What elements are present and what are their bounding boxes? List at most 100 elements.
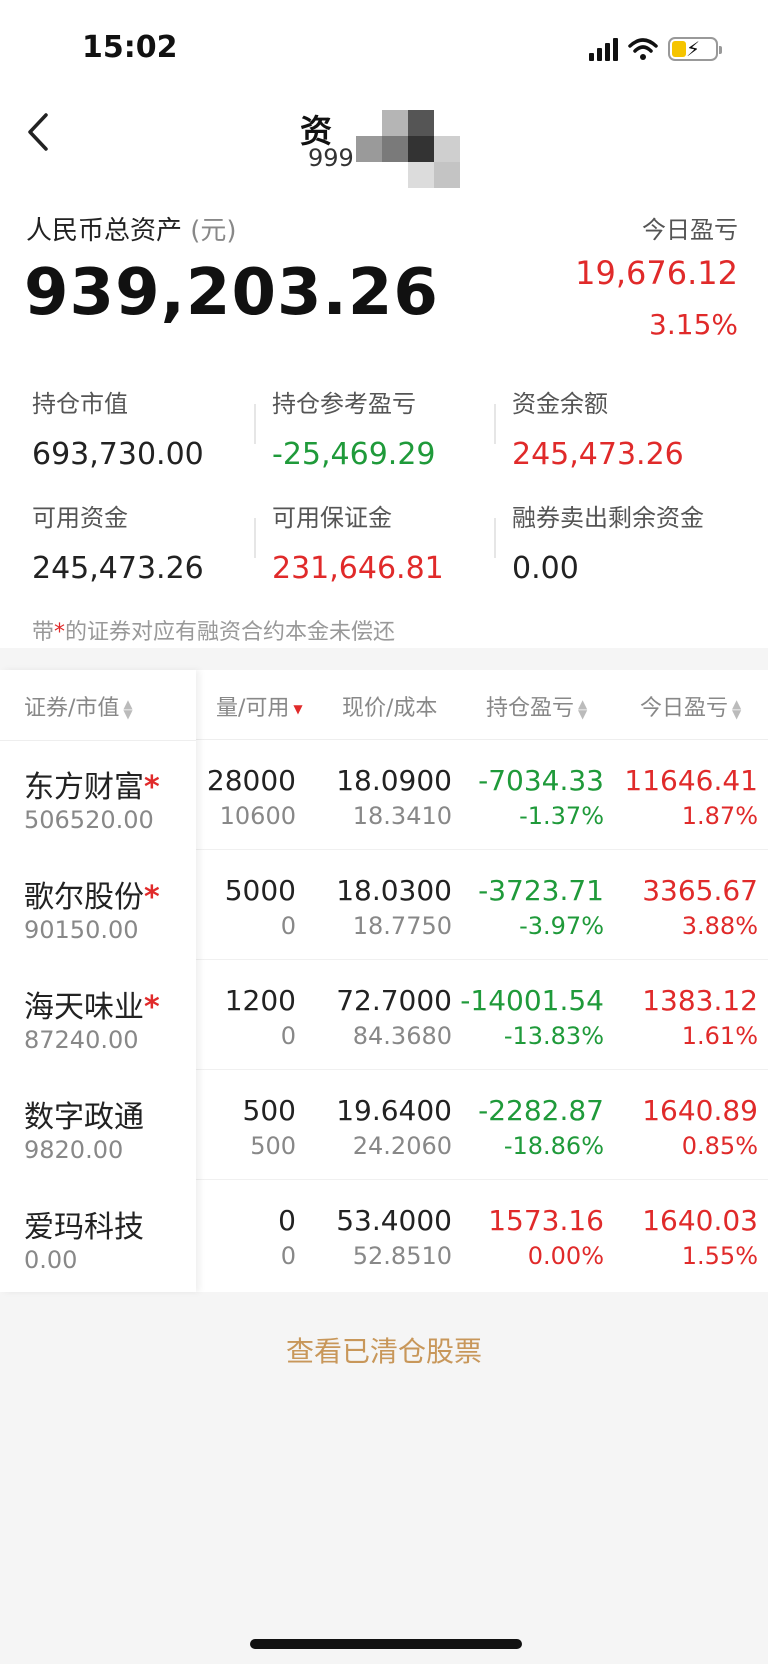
summary-value: 245,473.26 [512,437,684,472]
today-pl-pct: 1.61% [681,1022,758,1050]
security-market-value: 9820.00 [24,1136,124,1164]
divider [494,518,496,558]
security-name[interactable]: 歌尔股份* [24,872,160,916]
fixed-security-column: 证券/市值 ▲ ▼ 东方财富* 506520.00 歌尔股份* 90150.00 海… [0,670,196,1292]
summary-cell: 持仓参考盈亏 -25,469.29 [272,384,436,472]
battery-charging-icon: ⚡ [668,37,722,61]
price: 72.7000 [336,984,452,1017]
summary-label: 资金余额 [512,390,608,418]
summary-value: 0.00 [512,551,579,586]
today-pl-pct: 1.55% [681,1242,758,1270]
qty: 5000 [224,874,296,907]
price: 18.0900 [336,764,452,797]
view-cleared-stocks-link[interactable]: 查看已清仓股票 [0,1330,768,1370]
cost: 52.8510 [352,1242,452,1270]
status-time: 15:02 [82,30,178,65]
header-security[interactable]: 证券/市值 ▲ ▼ [24,690,133,722]
summary-label: 持仓参考盈亏 [272,390,416,418]
summary-label: 融券卖出剩余资金 [512,504,704,532]
today-pl: 1640.89 [642,1094,758,1127]
qty: 1200 [224,984,296,1017]
signal-icon [589,37,618,61]
summary-cell: 持仓市值 693,730.00 [32,384,204,472]
cost: 24.2060 [352,1132,452,1160]
security-market-value: 506520.00 [24,806,154,834]
back-button[interactable] [18,104,58,160]
divider [494,404,496,444]
today-pl-pct: 1.87% [681,802,758,830]
summary-cell: 可用资金 245,473.26 [32,498,204,586]
security-market-value: 90150.00 [24,916,139,944]
security-name[interactable]: 爱玛科技 [24,1202,144,1246]
back-chevron-icon [28,113,48,151]
sort-icon: ▼ [293,702,303,716]
available: 500 [250,1132,296,1160]
position-pl: -7034.33 [478,764,604,797]
sort-icon: ▲ ▼ [578,697,588,721]
summary-cell: 融券卖出剩余资金 0.00 [512,498,704,586]
total-assets-value: 939,203.26 [24,256,439,330]
security-name[interactable]: 数字政通 [24,1092,144,1136]
summary-value: 245,473.26 [32,551,204,586]
today-pl-pct: 0.85% [681,1132,758,1160]
qty: 500 [242,1094,296,1127]
position-pl-pct: -3.97% [519,912,604,940]
today-pl-percent: 3.15% [649,308,738,341]
summary-cell: 资金余额 245,473.26 [512,384,684,472]
price: 18.0300 [336,874,452,907]
available: 0 [280,912,296,940]
available: 0 [280,1242,296,1270]
financing-note: 带*的证券对应有融资合约本金未偿还 [32,620,396,645]
divider [0,740,196,741]
summary-value: 693,730.00 [32,437,204,472]
divider [254,518,256,558]
home-indicator[interactable] [250,1639,522,1649]
sort-icon: ▲ ▼ [123,697,133,721]
header-price: 现价/成本 [342,696,438,721]
price: 53.4000 [336,1204,452,1237]
position-pl: -2282.87 [478,1094,604,1127]
summary-value: -25,469.29 [272,437,436,472]
summary-label: 可用资金 [32,504,128,532]
divider [254,404,256,444]
position-pl-pct: 0.00% [527,1242,604,1270]
position-pl: -3723.71 [478,874,604,907]
security-name[interactable]: 海天味业* [24,982,160,1026]
position-pl-pct: -13.83% [503,1022,604,1050]
security-market-value: 0.00 [24,1246,78,1274]
security-market-value: 87240.00 [24,1026,139,1054]
price: 19.6400 [336,1094,452,1127]
header-today-pl[interactable]: 今日盈亏 ▲ ▼ [640,690,741,722]
cost: 18.7750 [352,912,452,940]
summary-cell: 可用保证金 231,646.81 [272,498,444,586]
total-assets-label: 人民币总资产 (元) [26,216,237,246]
today-pl: 3365.67 [642,874,758,907]
available: 0 [280,1022,296,1050]
position-pl-pct: -18.86% [503,1132,604,1160]
holdings-table: 量/可用 ▼ 现价/成本 持仓盈亏 ▲ ▼ 今日盈亏 ▲ ▼ 28000 10600 18… [0,670,768,1292]
today-pl-pct: 3.88% [681,912,758,940]
today-pl-label: 今日盈亏 [642,216,738,244]
today-pl: 11646.41 [624,764,758,797]
redaction-mosaic [356,110,466,194]
account-number: 999 [308,144,354,172]
account-header: 15:02 ⚡ 资 999 人民币总资产 (元) 939,203.26 今日盈亏… [0,0,768,648]
position-pl-pct: -1.37% [519,802,604,830]
cost: 18.3410 [352,802,452,830]
qty: 0 [278,1204,296,1237]
position-pl: 1573.16 [488,1204,604,1237]
security-name[interactable]: 东方财富* [24,762,160,806]
header-position-pl[interactable]: 持仓盈亏 ▲ ▼ [486,690,587,722]
today-pl: 1383.12 [642,984,758,1017]
wifi-icon [628,38,658,60]
cost: 84.3680 [352,1022,452,1050]
sort-icon: ▲ ▼ [732,697,742,721]
header-qty[interactable]: 量/可用 ▼ [216,690,303,722]
qty: 28000 [206,764,296,797]
available: 10600 [219,802,296,830]
today-pl-value: 19,676.12 [575,254,738,292]
summary-value: 231,646.81 [272,551,444,586]
summary-label: 持仓市值 [32,390,128,418]
position-pl: -14001.54 [460,984,604,1017]
today-pl: 1640.03 [642,1204,758,1237]
